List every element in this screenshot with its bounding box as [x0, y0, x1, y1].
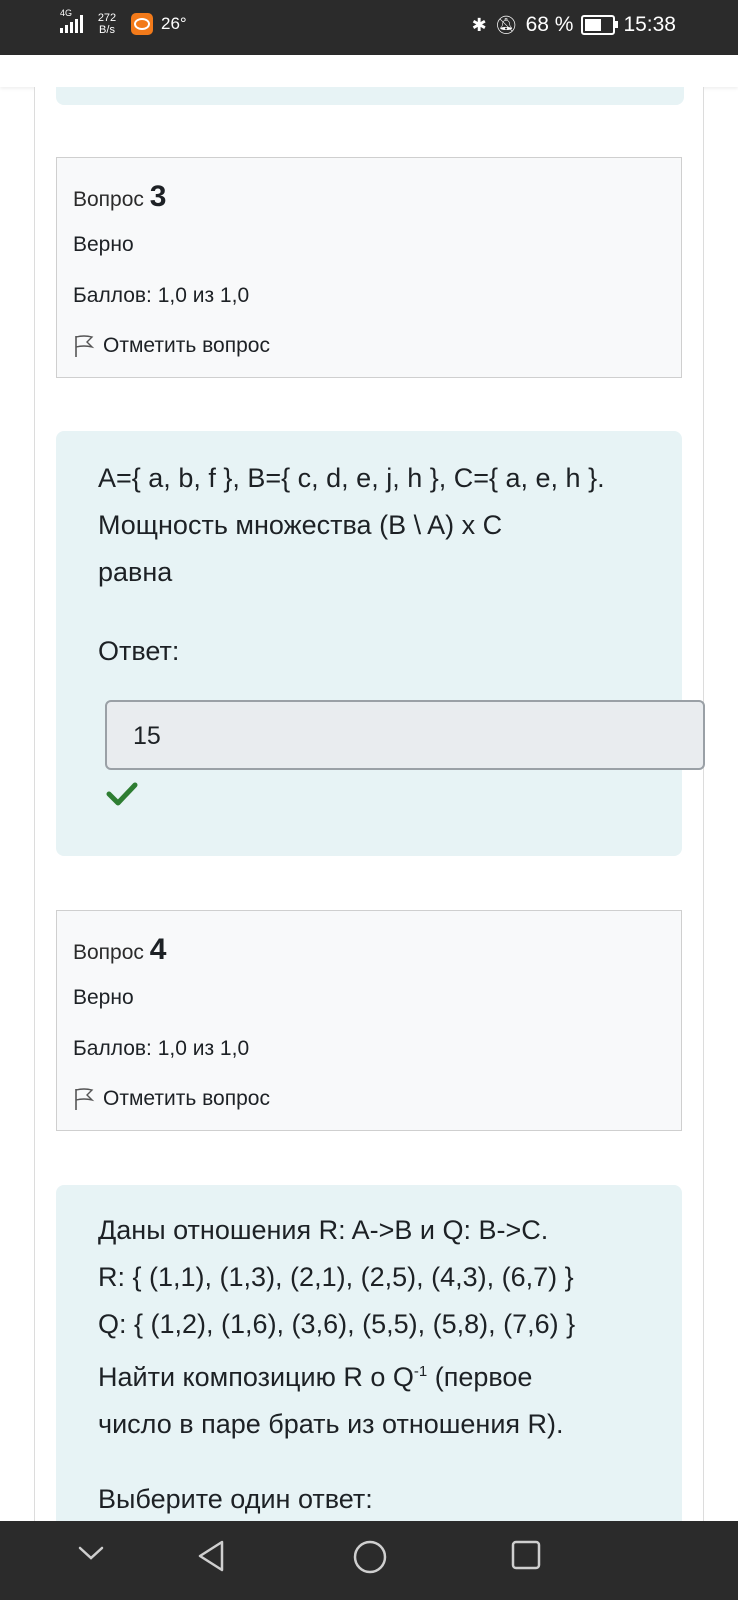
- recents-icon[interactable]: [510, 1539, 542, 1571]
- question-4-state: Верно: [73, 986, 134, 1009]
- net-speed: 272 B/s: [97, 12, 117, 36]
- answer-label: Ответ:: [98, 636, 180, 666]
- choose-one-label: Выберите один ответ:: [98, 1484, 373, 1514]
- bell-off-icon: 🔕︎: [494, 14, 518, 35]
- question-4-title: Вопрос 4: [73, 933, 167, 966]
- question-4-grade: Баллов: 1,0 из 1,0: [73, 1037, 250, 1060]
- question-3-flag-button[interactable]: Отметить вопрос: [73, 334, 270, 358]
- flag-icon: [75, 335, 95, 357]
- network-type: 4G: [60, 8, 73, 18]
- answer-input[interactable]: 15: [105, 700, 705, 770]
- question-4-text: Даны отношения R: A->B и Q: B->C. R: { (…: [98, 1207, 658, 1521]
- page-header-gap: [0, 55, 738, 87]
- question-3-text: A={ a, b, f }, B={ c, d, e, j, h }, C={ …: [98, 463, 605, 587]
- weather-app-icon: [131, 13, 153, 35]
- check-icon: [106, 782, 138, 806]
- clock: 15:38: [623, 13, 676, 36]
- battery-icon: [581, 15, 619, 35]
- home-icon[interactable]: [352, 1539, 388, 1575]
- flag-icon: [75, 1088, 95, 1110]
- back-icon[interactable]: [196, 1539, 226, 1573]
- question-4-info: Вопрос 4 Верно Баллов: 1,0 из 1,0 Отмети…: [56, 910, 682, 1131]
- question-4-flag-button[interactable]: Отметить вопрос: [73, 1087, 270, 1111]
- flag-label: Отметить вопрос: [103, 334, 270, 357]
- question-3-title: Вопрос 3: [73, 180, 167, 213]
- battery-percent: 68 %: [525, 13, 574, 36]
- question-4-content: Даны отношения R: A->B и Q: B->C. R: { (…: [56, 1185, 682, 1521]
- temperature: 26°: [161, 14, 187, 33]
- previous-question-content: [56, 87, 684, 105]
- question-3-grade: Баллов: 1,0 из 1,0: [73, 284, 250, 307]
- question-3-content: A={ a, b, f }, B={ c, d, e, j, h }, C={ …: [56, 431, 705, 856]
- question-3-info: Вопрос 3 Верно Баллов: 1,0 из 1,0 Отмети…: [56, 157, 682, 378]
- bluetooth-icon: ✱: [471, 14, 487, 35]
- status-bar: 4G 272 B/s 26° ✱ 🔕︎ 68 % 15:38: [0, 0, 738, 55]
- system-nav-bar: [0, 1521, 738, 1600]
- question-3-state: Верно: [73, 233, 134, 256]
- chevron-down-icon[interactable]: [78, 1545, 104, 1561]
- flag-label: Отметить вопрос: [103, 1087, 270, 1110]
